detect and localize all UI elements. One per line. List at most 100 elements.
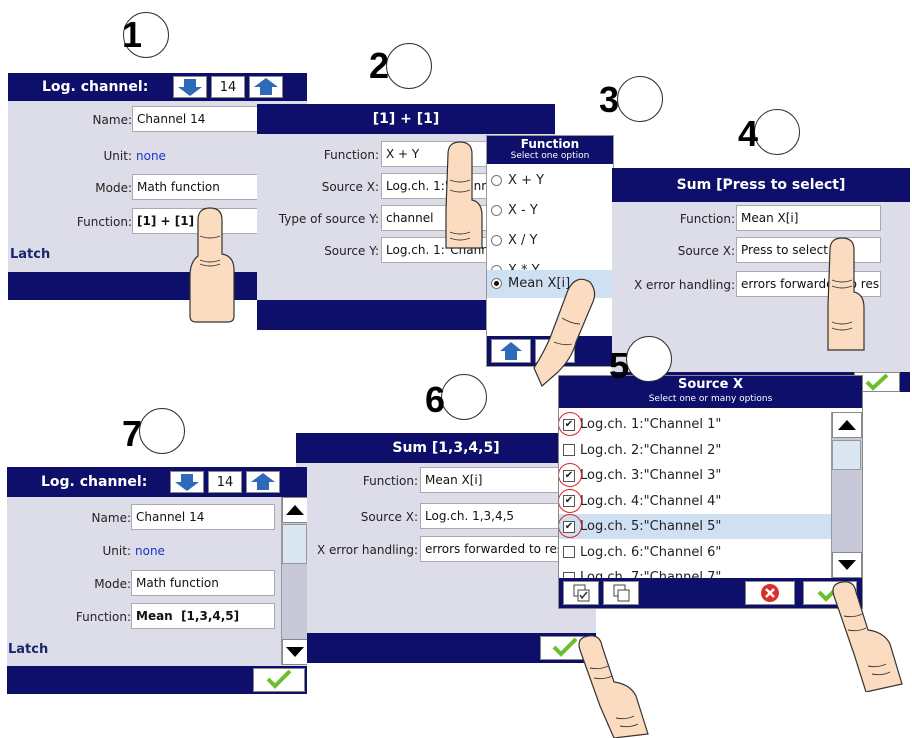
- channel-down-button[interactable]: [170, 471, 204, 493]
- screen-3-title: Function: [520, 137, 580, 151]
- scroll-up-button[interactable]: [282, 497, 307, 523]
- list-item[interactable]: Log.ch. 2:"Channel 2": [559, 438, 831, 463]
- triangle-down-icon: [286, 647, 304, 657]
- x-error-handling-label: X error handling:: [316, 543, 418, 557]
- list-item[interactable]: ✔ Log.ch. 1:"Channel 1": [559, 412, 831, 437]
- screen-7-title: Log. channel:: [41, 474, 148, 490]
- function-label: Function:: [362, 474, 418, 488]
- step-3-number: 3: [599, 79, 620, 120]
- screen-6-title: Sum [1,3,4,5]: [392, 440, 500, 456]
- deselect-all-button[interactable]: [603, 581, 639, 605]
- screen-2-title: [1] + [1]: [372, 111, 440, 127]
- mode-field[interactable]: Math function: [131, 570, 275, 596]
- name-label: Name:: [92, 113, 132, 127]
- channel-number[interactable]: 14: [208, 471, 242, 493]
- latch-label: Latch: [8, 642, 49, 657]
- scrollbar[interactable]: [831, 412, 862, 578]
- deselect-all-icon: [613, 584, 630, 602]
- function-label: Function:: [323, 148, 379, 162]
- radio-icon: [491, 205, 502, 216]
- option-x-plus-y[interactable]: X + Y: [487, 166, 613, 196]
- source-x-label: Source X:: [321, 180, 379, 194]
- list-item-label: Log.ch. 7:"Channel 7": [580, 570, 722, 578]
- highlight-ring: [559, 514, 582, 538]
- radio-selected-icon: [491, 278, 502, 289]
- step-5-circle: [626, 336, 672, 382]
- function-label: Function:: [679, 212, 735, 226]
- step-1-number: 1: [122, 14, 143, 55]
- unit-label: Unit:: [103, 149, 132, 163]
- screen-3-header: Function Select one option: [487, 136, 613, 164]
- arrow-up-icon: [500, 342, 522, 360]
- finger-icon: [533, 278, 596, 387]
- function-label: Function:: [75, 610, 131, 624]
- screen-4-header: Sum [Press to select]: [612, 168, 910, 202]
- finger-icon: [832, 581, 903, 692]
- checkbox-icon[interactable]: [563, 444, 575, 456]
- step-4-circle: [754, 109, 800, 155]
- arrow-down-icon: [178, 79, 202, 96]
- list-item-label: Log.ch. 5:"Channel 5": [580, 519, 722, 534]
- checkbox-icon[interactable]: [563, 546, 575, 558]
- option-x-minus-y[interactable]: X - Y: [487, 196, 613, 226]
- function-field[interactable]: Mean [1,3,4,5]: [131, 603, 275, 629]
- scroll-up-button[interactable]: [491, 339, 531, 363]
- ok-button[interactable]: [253, 668, 305, 692]
- step-2-circle: [386, 43, 432, 89]
- function-label: Function:: [76, 215, 132, 229]
- option-x-div-y[interactable]: X / Y: [487, 226, 613, 256]
- screen-1-title: Log. channel:: [42, 79, 149, 95]
- arrow-up-icon: [251, 473, 275, 490]
- screen-5-header: Source X Select one or many options: [559, 376, 862, 408]
- finger-icon: [827, 237, 865, 351]
- list-item[interactable]: ✔ Log.ch. 3:"Channel 3": [559, 463, 831, 488]
- step-3-circle: [617, 76, 663, 122]
- scroll-down-button[interactable]: [832, 552, 862, 578]
- select-all-button[interactable]: [563, 581, 599, 605]
- step-7-number: 7: [122, 413, 143, 454]
- list-item[interactable]: ✔ Log.ch. 5:"Channel 5": [559, 514, 831, 539]
- mode-field[interactable]: Math function: [132, 174, 260, 200]
- name-field[interactable]: Channel 14: [131, 504, 275, 530]
- unit-value[interactable]: none: [136, 149, 166, 163]
- step-6-circle: [441, 374, 487, 420]
- channel-up-button[interactable]: [249, 76, 283, 98]
- function-field[interactable]: Mean X[i]: [736, 205, 881, 231]
- step-5-number: 5: [609, 345, 630, 386]
- mode-label: Mode:: [95, 181, 132, 195]
- scroll-up-button[interactable]: [832, 412, 862, 438]
- list-item[interactable]: ✔ Log.ch. 4:"Channel 4": [559, 488, 831, 514]
- scrollbar[interactable]: [281, 497, 307, 665]
- latch-label: Latch: [10, 247, 51, 262]
- unit-value[interactable]: none: [135, 544, 165, 558]
- channel-number[interactable]: 14: [211, 76, 245, 98]
- radio-icon: [491, 235, 502, 246]
- screen-4-title: Sum [Press to select]: [676, 177, 846, 193]
- radio-icon: [491, 175, 502, 186]
- screen-5: Source X Select one or many options ✔ Log…: [558, 375, 863, 609]
- source-y-label: Source Y:: [324, 244, 379, 258]
- list-item-label: Log.ch. 2:"Channel 2": [580, 442, 722, 458]
- screen-6: Sum [1,3,4,5] Function: Mean X[i] Source…: [296, 433, 596, 663]
- screen-5-title: Source X: [677, 377, 744, 392]
- scroll-down-button[interactable]: [282, 639, 307, 665]
- name-field[interactable]: Channel 14: [132, 106, 260, 132]
- triangle-up-icon: [286, 505, 304, 515]
- scroll-thumb[interactable]: [832, 440, 861, 470]
- screen-2-header: [1] + [1]: [257, 104, 555, 134]
- list-item[interactable]: Log.ch. 6:"Channel 6": [559, 540, 831, 565]
- list-item-label: Log.ch. 3:"Channel 3": [580, 468, 722, 483]
- arrow-down-icon: [175, 474, 199, 491]
- channel-up-button[interactable]: [246, 471, 280, 493]
- cancel-button[interactable]: [745, 581, 795, 605]
- highlight-ring: [559, 463, 582, 487]
- triangle-up-icon: [838, 420, 856, 430]
- screen-3-subtitle: Select one option: [510, 151, 590, 161]
- channel-down-button[interactable]: [173, 76, 207, 98]
- mode-label: Mode:: [94, 577, 131, 591]
- list-item[interactable]: Log.ch. 7:"Channel 7": [559, 565, 831, 578]
- scroll-thumb[interactable]: [282, 524, 307, 564]
- step-7-circle: [139, 408, 185, 454]
- name-label: Name:: [91, 511, 131, 525]
- screen-7: Log. channel: 14 Name: Channel 14 Unit: …: [7, 467, 307, 694]
